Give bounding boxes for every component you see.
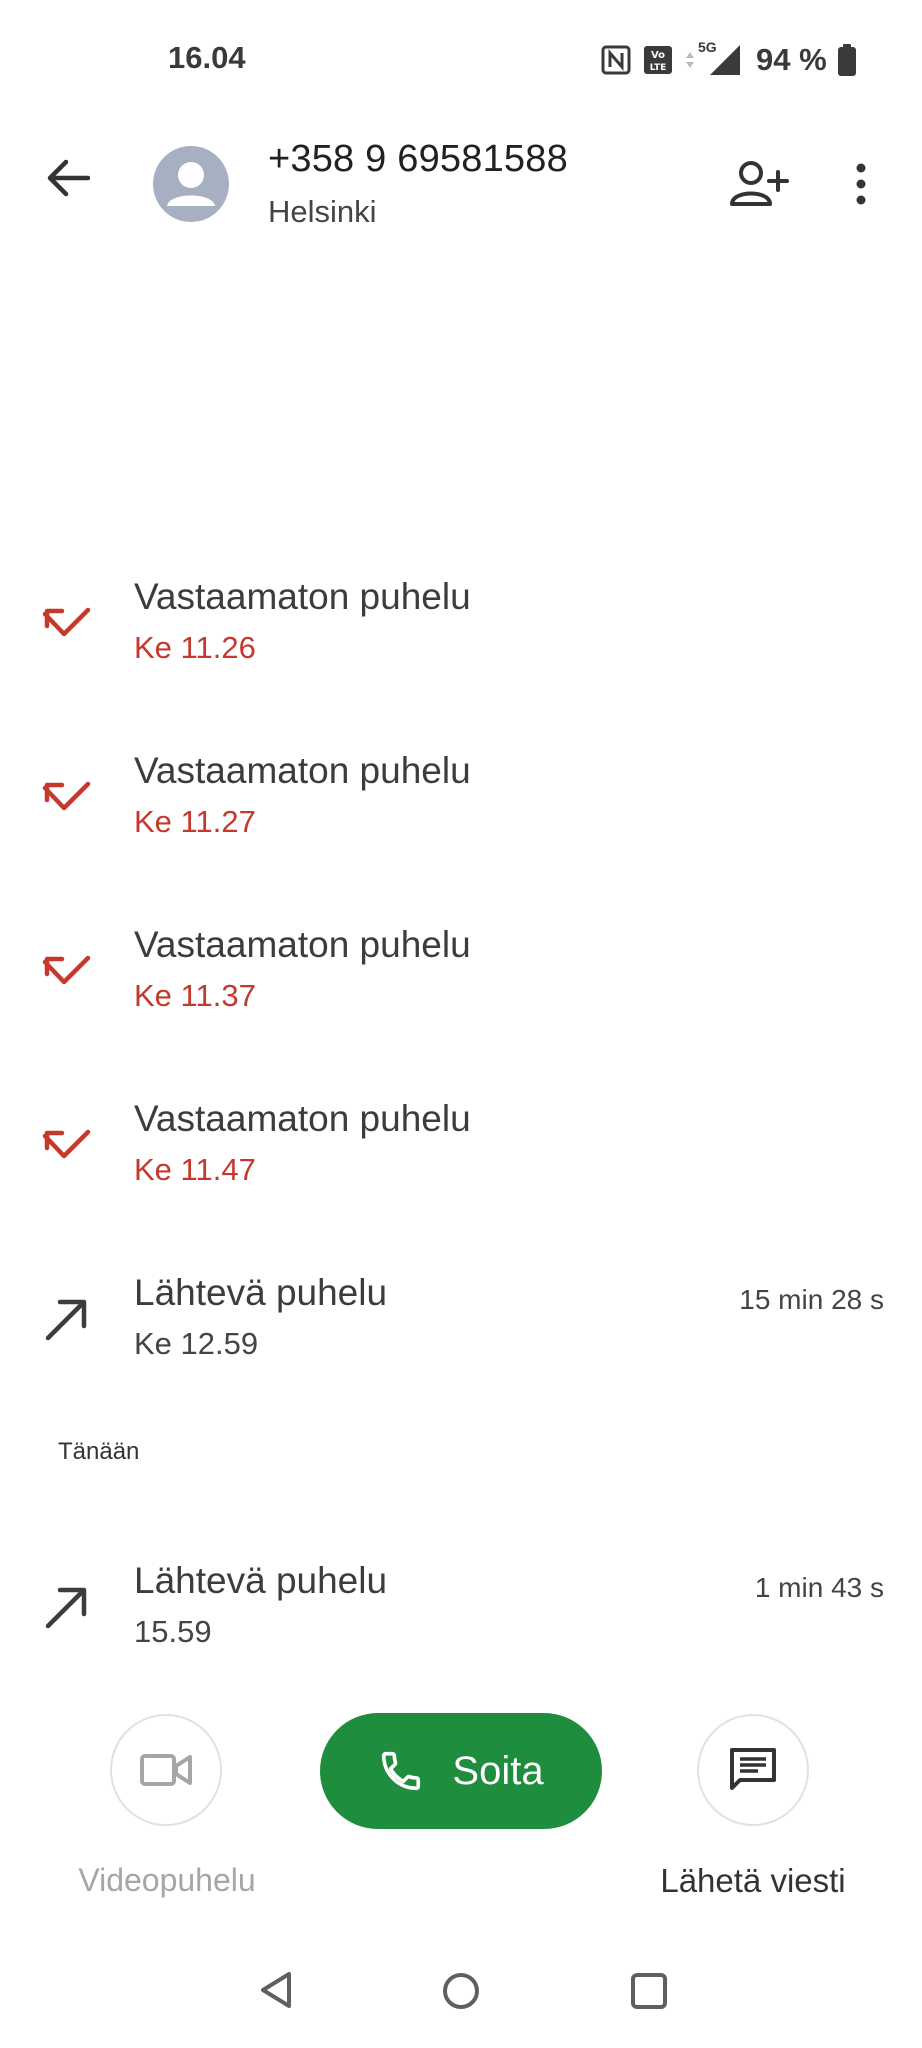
add-contact-button[interactable] bbox=[726, 156, 792, 212]
call-history-row[interactable]: Vastaamaton puhelu Ke 11.26 bbox=[0, 562, 922, 712]
call-history-row[interactable]: Vastaamaton puhelu Ke 11.47 bbox=[0, 1084, 922, 1234]
person-icon bbox=[167, 162, 215, 206]
missed-call-icon bbox=[42, 781, 91, 811]
call-time: Ke 11.37 bbox=[134, 978, 256, 1013]
nav-recents-icon bbox=[631, 1973, 667, 2009]
call-history-row[interactable]: Vastaamaton puhelu Ke 11.27 bbox=[0, 736, 922, 886]
send-message-button[interactable] bbox=[697, 1714, 809, 1826]
contact-phone-number: +358 9 69581588 bbox=[268, 138, 568, 180]
nav-back-button[interactable] bbox=[254, 1968, 298, 2012]
call-type-label: Vastaamaton puhelu bbox=[134, 576, 471, 617]
battery-icon bbox=[837, 43, 857, 77]
call-type-label: Lähtevä puhelu bbox=[134, 1560, 388, 1601]
missed-call-icon bbox=[42, 1129, 91, 1159]
missed-call-icon bbox=[42, 607, 91, 637]
call-time: Ke 11.26 bbox=[134, 630, 256, 665]
outgoing-call-icon bbox=[45, 1299, 87, 1341]
call-duration: 15 min 28 s bbox=[739, 1284, 884, 1315]
call-history-row[interactable]: Lähtevä puhelu 15.59 1 min 43 s bbox=[0, 1546, 922, 1696]
volte-icon: Vo LTE bbox=[642, 44, 674, 76]
more-options-button[interactable] bbox=[838, 150, 884, 218]
nav-back-icon bbox=[261, 1972, 291, 2008]
video-call-button[interactable] bbox=[110, 1714, 222, 1826]
signal-icon: 5G bbox=[698, 39, 742, 77]
nav-recents-button[interactable] bbox=[628, 1970, 670, 2012]
call-type-label: Lähtevä puhelu bbox=[134, 1272, 388, 1313]
network-type-label: 5G bbox=[698, 39, 717, 55]
nav-home-icon bbox=[443, 1973, 479, 2009]
call-time: 15.59 bbox=[134, 1614, 212, 1649]
nav-home-button[interactable] bbox=[440, 1970, 482, 2012]
status-icons: Vo LTE 5G 94 % bbox=[600, 39, 857, 80]
section-header-today: Tänään bbox=[58, 1438, 140, 1465]
svg-text:LTE: LTE bbox=[650, 63, 667, 73]
call-type-label: Vastaamaton puhelu bbox=[134, 924, 471, 965]
call-time: Ke 11.47 bbox=[134, 1152, 256, 1187]
call-history-row[interactable]: Lähtevä puhelu Ke 12.59 15 min 28 s bbox=[0, 1258, 922, 1408]
call-type-label: Vastaamaton puhelu bbox=[134, 1098, 471, 1139]
call-duration: 1 min 43 s bbox=[754, 1572, 884, 1603]
outgoing-call-icon bbox=[45, 1587, 87, 1629]
phone-icon bbox=[382, 1751, 421, 1791]
svg-text:Vo: Vo bbox=[651, 50, 665, 61]
videocam-icon bbox=[140, 1754, 192, 1786]
send-message-label: Lähetä viesti bbox=[660, 1862, 846, 1899]
status-time: 16.04 bbox=[168, 40, 246, 75]
video-call-label: Videopuhelu bbox=[78, 1862, 256, 1898]
call-button-label: Soita bbox=[452, 1748, 544, 1793]
call-history-row[interactable]: Vastaamaton puhelu Ke 11.37 bbox=[0, 910, 922, 1060]
call-time: Ke 11.27 bbox=[134, 804, 256, 839]
call-button[interactable]: Soita bbox=[320, 1713, 602, 1829]
nfc-icon bbox=[600, 44, 632, 76]
person-add-icon bbox=[730, 161, 789, 206]
message-icon bbox=[730, 1748, 776, 1790]
contact-location: Helsinki bbox=[268, 194, 377, 229]
arrow-back-icon bbox=[47, 159, 90, 197]
battery-percentage: 94 % bbox=[756, 42, 827, 77]
data-arrows-icon bbox=[684, 44, 696, 76]
call-type-label: Vastaamaton puhelu bbox=[134, 750, 471, 791]
contact-avatar bbox=[153, 146, 229, 222]
back-button[interactable] bbox=[40, 150, 96, 206]
call-time: Ke 12.59 bbox=[134, 1326, 259, 1361]
missed-call-icon bbox=[42, 955, 91, 985]
more-vert-icon bbox=[856, 163, 866, 205]
